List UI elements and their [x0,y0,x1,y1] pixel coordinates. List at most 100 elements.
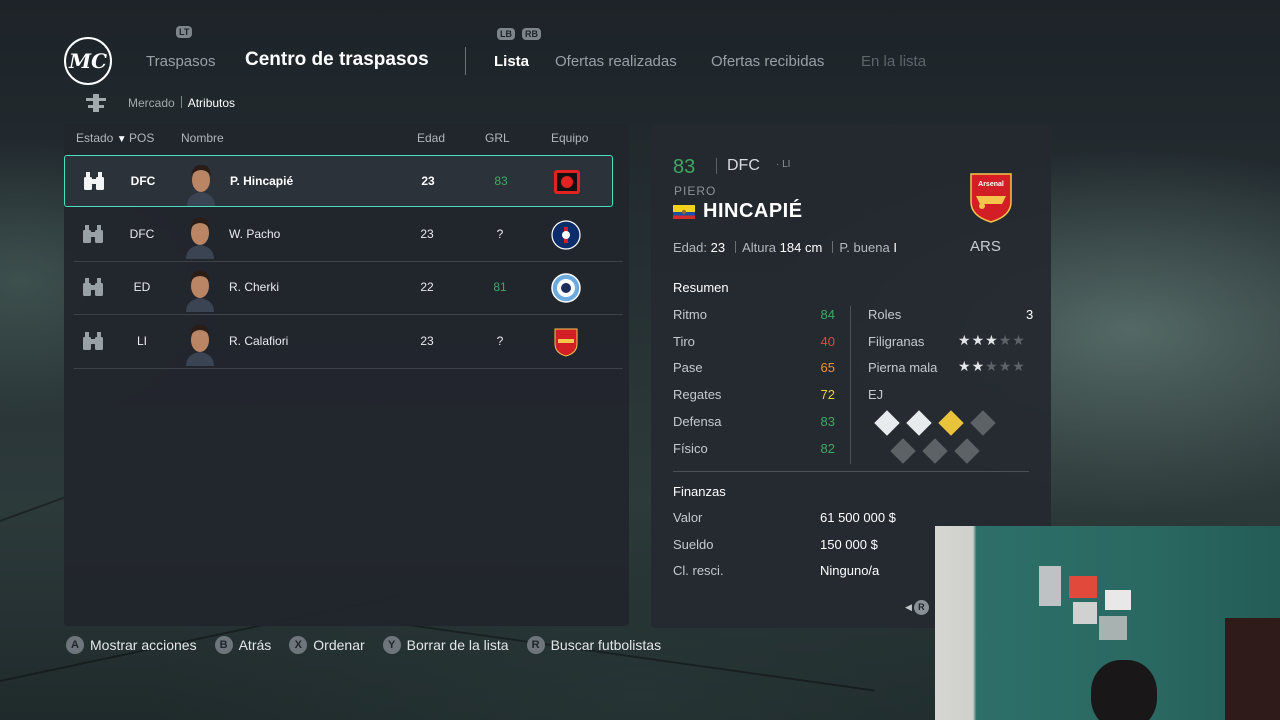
finance-value: 61 500 000 $ [820,510,896,525]
summary-title: Resumen [673,280,729,295]
breadcrumb: Mercado Atributos [128,96,235,110]
dpad-filter-icon[interactable] [84,94,108,112]
stat-label: Defensa [673,413,722,429]
stat-label: Ritmo [673,307,707,322]
row-overall: ? [496,333,504,348]
player-face-icon [186,217,214,259]
footer-action-r[interactable]: R Buscar futbolistas [526,636,662,654]
binoculars-icon [83,224,103,243]
height-value: 184 cm [779,240,823,255]
breadcrumb-attributes[interactable]: Atributos [188,96,235,110]
star-icon: ★ [971,358,986,374]
footer-action-label: Buscar futbolistas [550,637,662,653]
section-divider [673,471,1029,472]
col-header-pos[interactable]: POS [129,131,154,145]
age-label: Edad: [673,240,707,255]
button-hints-bar: A Mostrar acciones B Atrás X Ordenar Y Borrar d… [66,636,679,654]
table-row[interactable]: ED R. Cherki 22 81 [64,262,623,315]
controller-button-icon: A [66,636,84,654]
right-stick-hint[interactable]: ◀ R [905,600,929,615]
age-value: 23 [710,240,726,255]
stat-value: 72 [820,387,835,403]
page-title: Centro de traspasos [245,49,429,70]
row-divider [74,367,623,369]
star-icon: ★ [985,332,999,348]
nav-transfers-link[interactable]: Traspasos [146,53,215,70]
stat-label: Tiro [673,333,695,349]
star-icon: ★ [1012,332,1026,348]
club-crest-icon [551,219,581,250]
row-age: 22 [420,280,434,294]
row-position: ED [133,280,151,294]
roles-value: 3 [1026,307,1034,322]
col-header-estado[interactable]: Estado ▼ [76,131,127,145]
floor-line [0,496,67,522]
summary-divider [850,306,851,464]
weak-foot-stars: ★★★★★ [958,358,1026,375]
col-header-equipo[interactable]: Equipo [551,131,588,145]
footer-action-label: Atrás [238,637,272,653]
finance-value: 150 000 $ [820,536,878,552]
controller-button-icon: B [214,636,233,654]
table-row[interactable]: DFC W. Pacho 23? [64,209,623,262]
footer-action-label: Mostrar acciones [90,637,197,653]
row-overall: ? [496,226,504,241]
wall-photo [1073,602,1097,624]
star-icon: ★ [998,332,1013,348]
stat-label: Físico [673,440,708,456]
star-icon: ★ [1012,358,1026,374]
table-row[interactable]: DFC P. Hincapié 23 83 [64,155,613,207]
player-alt-position: · LI [776,159,791,170]
wall-photo [1105,590,1131,610]
col-header-edad[interactable]: Edad [417,131,445,145]
skill-moves-label: Filigranas [868,334,925,349]
player-face-icon [186,270,214,312]
footer-action-x[interactable]: X Ordenar [289,636,365,654]
player-position: DFC [727,157,760,174]
row-player-name: R. Cherki [229,280,280,294]
stat-value: 65 [820,360,835,376]
col-header-nombre[interactable]: Nombre [181,131,224,145]
binoculars-icon [83,331,103,350]
header-divider [465,47,466,75]
row-age: 23 [420,226,434,241]
controller-button-icon: R [526,636,545,654]
roles-label: Roles [868,307,902,322]
tab-en-la-lista[interactable]: En la lista [861,53,926,70]
door [1225,618,1280,720]
wall-photo [1099,616,1127,640]
playstyles-label: EJ [868,387,884,402]
rb-button-hint: RB [522,28,541,40]
lt-button-hint: LT [176,26,193,38]
col-header-grl[interactable]: GRL [485,131,510,145]
table-row[interactable]: LI R. Calafiori 23? [64,316,623,369]
footer-action-a[interactable]: A Mostrar acciones [66,636,197,654]
star-icon: ★ [958,358,972,374]
tab-lista[interactable]: Lista [494,53,529,70]
foot-label: P. buena [839,240,890,255]
stat-label: Pase [673,360,703,376]
wall-photo [1069,576,1097,598]
tab-ofertas-recibidas[interactable]: Ofertas recibidas [711,53,824,70]
finances-title: Finanzas [673,484,726,499]
star-icon: ★ [998,358,1013,374]
finance-value: Ninguno/a [820,563,880,579]
star-icon: ★ [971,332,986,348]
row-player-name: R. Calafiori [229,333,289,348]
binoculars-icon [84,172,104,190]
foot-value: I [893,240,897,255]
lb-button-hint: LB [497,28,515,40]
stat-value: 84 [820,307,835,322]
footer-action-b[interactable]: B Atrás [214,636,272,654]
row-player-name: P. Hincapié [230,174,294,188]
tab-ofertas-realizadas[interactable]: Ofertas realizadas [555,53,677,70]
footer-action-label: Ordenar [313,637,365,653]
row-position: DFC [129,226,155,241]
club-crest-icon [554,170,580,194]
breadcrumb-market[interactable]: Mercado [128,96,175,110]
player-meta: Edad: 23 Altura 184 cm P. buena I [673,240,901,255]
controller-button-icon: X [289,636,308,654]
row-overall: 81 [493,280,507,294]
footer-action-y[interactable]: Y Borrar de la lista [382,636,509,654]
career-mode-logo: MC [64,37,112,85]
